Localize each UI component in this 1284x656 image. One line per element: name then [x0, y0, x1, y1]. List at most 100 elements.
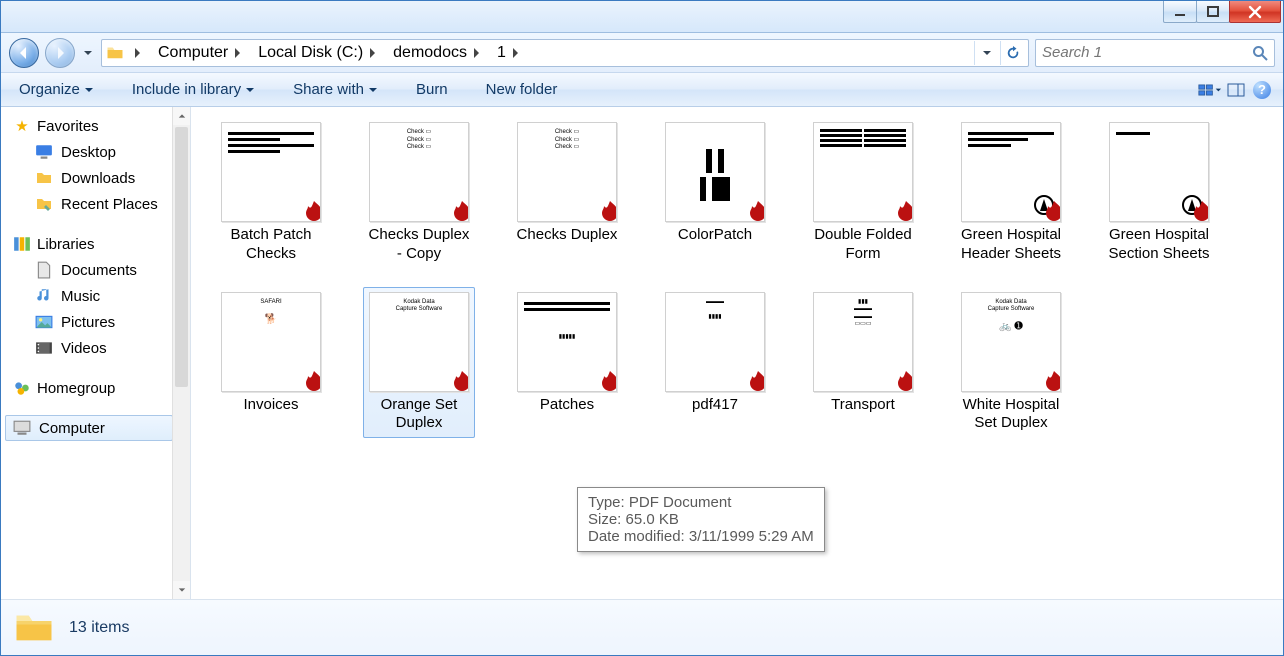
sidebar-recent-places[interactable]: Recent Places: [5, 191, 173, 217]
homegroup-icon: [13, 379, 31, 397]
scroll-thumb[interactable]: [175, 127, 188, 387]
close-button[interactable]: [1229, 1, 1281, 23]
file-name: Invoices: [243, 396, 298, 415]
status-text: 13 items: [69, 619, 129, 637]
videos-icon: [35, 339, 53, 357]
file-item[interactable]: Kodak DataCapture Software🚲 ➊White Hospi…: [955, 287, 1067, 439]
sidebar-label: Downloads: [61, 170, 135, 187]
tooltip-type: Type: PDF Document: [588, 494, 814, 511]
refresh-button[interactable]: [1000, 41, 1024, 65]
breadcrumb-root-chevron[interactable]: [126, 45, 150, 61]
file-name: Green Hospital Header Sheets: [960, 226, 1062, 264]
folder-icon: [35, 169, 53, 187]
pictures-icon: [35, 313, 53, 331]
breadcrumb-1[interactable]: 1: [491, 42, 528, 64]
status-bar: 13 items: [1, 599, 1283, 655]
pdf-icon: [450, 199, 469, 222]
pdf-icon: [894, 369, 913, 392]
address-dropdown[interactable]: [974, 41, 998, 65]
search-box[interactable]: [1035, 39, 1275, 67]
breadcrumb-demodocs[interactable]: demodocs: [387, 42, 489, 64]
file-thumbnail: ▬▬▬▮▮▮▮: [665, 292, 765, 392]
sidebar-label: Music: [61, 288, 100, 305]
sidebar-label: Computer: [39, 420, 105, 437]
sidebar-documents[interactable]: Documents: [5, 257, 173, 283]
computer-icon: [13, 419, 31, 437]
file-list[interactable]: Batch Patch ChecksCheck ▭Check ▭Check ▭C…: [191, 107, 1283, 599]
file-item[interactable]: ▮▮▮▮▮Patches: [511, 287, 623, 439]
file-thumbnail: [813, 122, 913, 222]
search-icon: [1252, 45, 1268, 61]
breadcrumb-label: Local Disk (C:): [258, 44, 363, 62]
file-name: pdf417: [692, 396, 738, 415]
file-item[interactable]: ColorPatch: [659, 117, 771, 269]
tooltip-modified: Date modified: 3/11/1999 5:29 AM: [588, 528, 814, 545]
forward-button[interactable]: [45, 38, 75, 68]
file-thumbnail: [1109, 122, 1209, 222]
sidebar-label: Favorites: [37, 118, 99, 135]
preview-pane-button[interactable]: [1223, 77, 1249, 103]
breadcrumb-computer[interactable]: Computer: [152, 42, 250, 64]
toolbar-label: Include in library: [132, 81, 241, 98]
back-button[interactable]: [9, 38, 39, 68]
file-item[interactable]: SAFARI🐕Invoices: [215, 287, 327, 439]
new-folder-button[interactable]: New folder: [476, 77, 568, 102]
file-thumbnail: Kodak DataCapture Software🚲 ➊: [961, 292, 1061, 392]
pdf-icon: [746, 369, 765, 392]
sidebar-desktop[interactable]: Desktop: [5, 139, 173, 165]
file-item[interactable]: Batch Patch Checks: [215, 117, 327, 269]
address-bar[interactable]: Computer Local Disk (C:) demodocs 1: [101, 39, 1029, 67]
sidebar-label: Documents: [61, 262, 137, 279]
search-input[interactable]: [1042, 44, 1246, 61]
minimize-button[interactable]: [1163, 1, 1197, 23]
burn-button[interactable]: Burn: [406, 77, 458, 102]
file-item[interactable]: Check ▭Check ▭Check ▭Checks Duplex - Cop…: [363, 117, 475, 269]
documents-icon: [35, 261, 53, 279]
scroll-up-button[interactable]: [173, 107, 190, 125]
maximize-button[interactable]: [1196, 1, 1230, 23]
file-name: Transport: [831, 396, 895, 415]
sidebar-scrollbar[interactable]: [172, 107, 190, 599]
file-item[interactable]: Green Hospital Header Sheets: [955, 117, 1067, 269]
file-name: Batch Patch Checks: [220, 226, 322, 264]
file-name: Green Hospital Section Sheets: [1108, 226, 1210, 264]
desktop-icon: [35, 143, 53, 161]
pdf-icon: [598, 199, 617, 222]
organize-button[interactable]: Organize: [9, 77, 104, 102]
file-item[interactable]: ▬▬▬▮▮▮▮ pdf417: [659, 287, 771, 439]
sidebar-pictures[interactable]: Pictures: [5, 309, 173, 335]
nav-history-dropdown[interactable]: [81, 39, 95, 67]
sidebar-favorites[interactable]: ★ Favorites: [5, 113, 173, 139]
help-button[interactable]: ?: [1249, 77, 1275, 103]
sidebar-downloads[interactable]: Downloads: [5, 165, 173, 191]
file-name: Double Folded Form: [812, 226, 914, 264]
sidebar-homegroup[interactable]: Homegroup: [5, 375, 173, 401]
scroll-down-button[interactable]: [173, 581, 190, 599]
file-thumbnail: Kodak DataCapture Software: [369, 292, 469, 392]
file-item[interactable]: Check ▭Check ▭Check ▭ Checks Duplex: [511, 117, 623, 269]
file-thumbnail: ▮▮▮▬▬▬▬▬▬▭▭▭: [813, 292, 913, 392]
file-item[interactable]: Double Folded Form: [807, 117, 919, 269]
breadcrumb-local-disk[interactable]: Local Disk (C:): [252, 42, 385, 64]
file-name: Checks Duplex: [517, 226, 618, 245]
navbar: Computer Local Disk (C:) demodocs 1: [1, 33, 1283, 73]
include-in-library-button[interactable]: Include in library: [122, 77, 265, 102]
breadcrumb-label: 1: [497, 44, 506, 62]
pdf-icon: [1190, 199, 1209, 222]
sidebar-videos[interactable]: Videos: [5, 335, 173, 361]
view-options-button[interactable]: [1197, 77, 1223, 103]
file-thumbnail: Check ▭Check ▭Check ▭: [517, 122, 617, 222]
sidebar-computer[interactable]: Computer: [5, 415, 173, 441]
pdf-icon: [1042, 369, 1061, 392]
sidebar-label: Recent Places: [61, 196, 158, 213]
share-with-button[interactable]: Share with: [283, 77, 388, 102]
toolbar-label: Share with: [293, 81, 364, 98]
file-item[interactable]: Green Hospital Section Sheets: [1103, 117, 1215, 269]
sidebar-libraries[interactable]: Libraries: [5, 231, 173, 257]
breadcrumb-label: Computer: [158, 44, 228, 62]
file-item[interactable]: Kodak DataCapture SoftwareOrange Set Dup…: [363, 287, 475, 439]
pdf-icon: [302, 369, 321, 392]
file-item[interactable]: ▮▮▮▬▬▬▬▬▬▭▭▭ Transport: [807, 287, 919, 439]
file-tooltip: Type: PDF Document Size: 65.0 KB Date mo…: [577, 487, 825, 552]
sidebar-music[interactable]: Music: [5, 283, 173, 309]
